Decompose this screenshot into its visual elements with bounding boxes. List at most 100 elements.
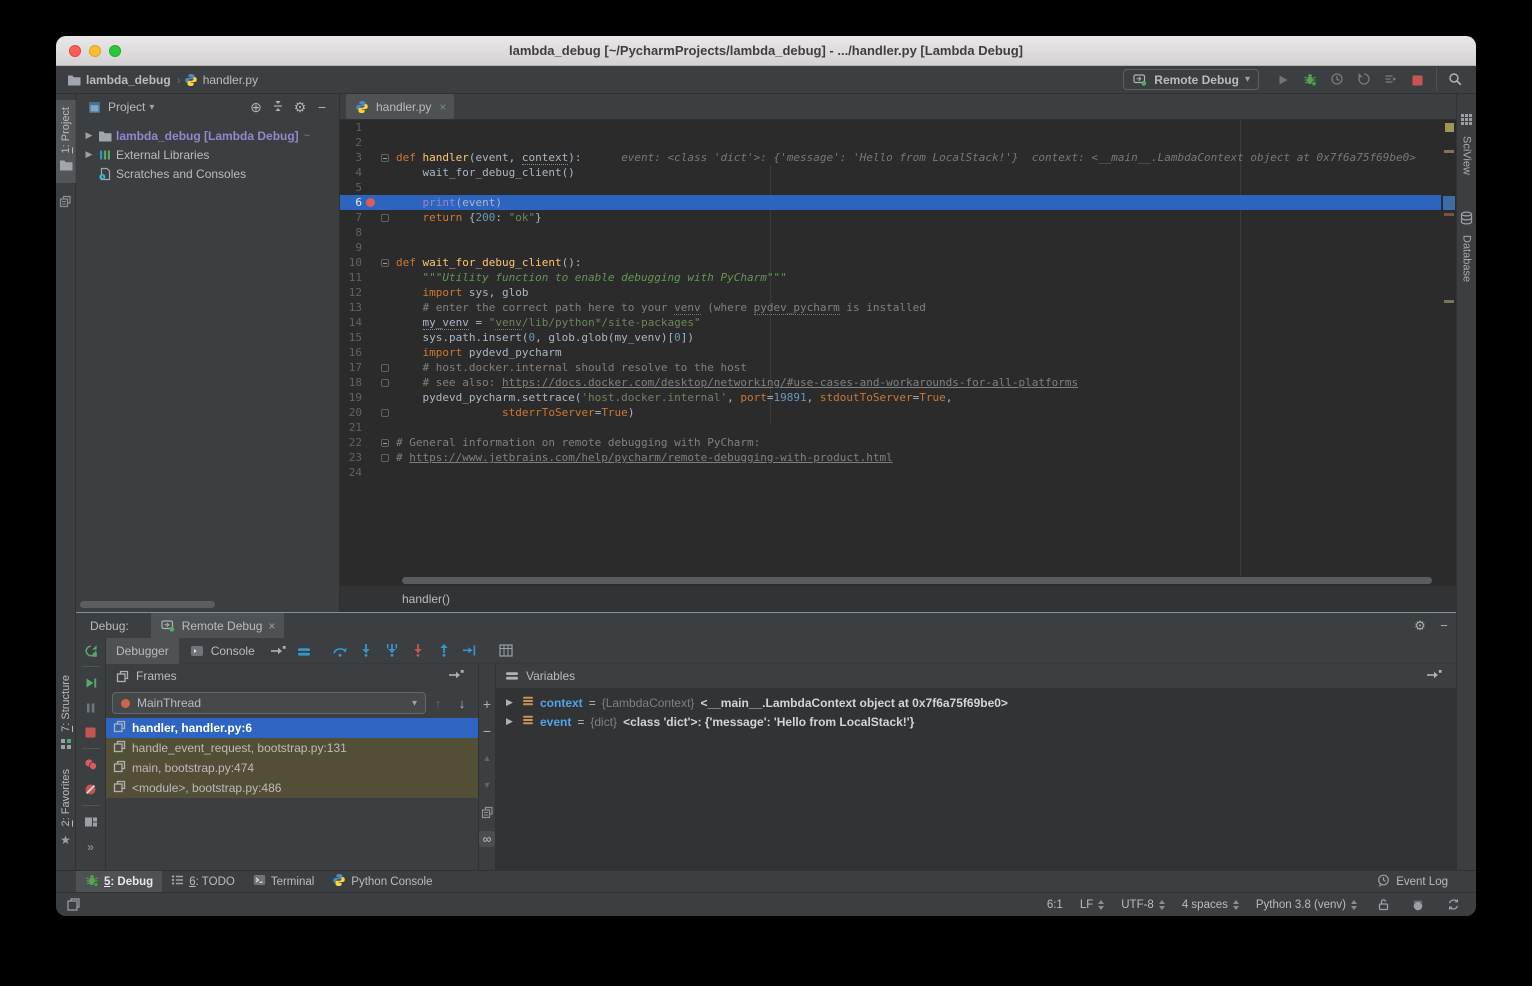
fold-marker-icon[interactable] (378, 435, 392, 450)
inspection-status-icon[interactable] (1445, 123, 1454, 132)
breakpoint-gutter[interactable] (362, 405, 378, 420)
restore-layout-button[interactable] (77, 809, 105, 834)
status-widget-python-3-8-venv-[interactable]: Python 3.8 (venv) (1256, 899, 1357, 911)
tool-stripe-sciview[interactable]: SciView (1457, 106, 1477, 182)
error-stripe-mark[interactable] (1443, 196, 1455, 210)
next-frame-button[interactable]: ↓ (450, 696, 474, 711)
move-watch-down-button[interactable]: ▼ (479, 777, 495, 793)
show-execution-point-button[interactable] (265, 639, 291, 663)
close-tab-icon[interactable]: × (439, 100, 446, 114)
more-actions-button[interactable]: » (77, 834, 105, 859)
expand-arrow-icon[interactable]: ▶ (82, 149, 96, 160)
project-tree-item[interactable]: Scratches and Consoles (76, 164, 339, 183)
tool-stripe-project[interactable]: 1: Project (56, 100, 76, 183)
breakpoint-gutter[interactable] (362, 285, 378, 300)
project-tree-item[interactable]: ▶ lambda_debug [Lambda Debug] ~ (76, 126, 339, 145)
tool-window-button-todo[interactable]: 6: TODO (162, 871, 244, 893)
project-panel-title[interactable]: Project (108, 100, 145, 114)
breakpoint-gutter[interactable] (362, 330, 378, 345)
tool-window-button-debug[interactable]: 5: Debug (76, 871, 162, 893)
show-watches-button[interactable]: ∞ (479, 831, 495, 847)
force-step-into-button[interactable] (379, 638, 405, 662)
stack-frame-item[interactable]: handler, handler.py:6 (106, 718, 478, 738)
fold-marker-icon[interactable] (378, 405, 392, 420)
variable-row[interactable]: ▶ event = {dict} <class 'dict'>: {'messa… (496, 712, 1456, 731)
tool-window-stripe-icon[interactable] (59, 195, 72, 213)
breakpoint-icon[interactable] (362, 195, 378, 210)
show-execution-point-icon[interactable] (1426, 669, 1442, 684)
stack-frame-item[interactable]: handle_event_request, bootstrap.py:131 (106, 738, 478, 758)
run-to-cursor-button[interactable] (457, 638, 483, 662)
stack-frame-item[interactable]: <module>, bootstrap.py:486 (106, 778, 478, 798)
concurrency-diagram-button[interactable] (1377, 67, 1404, 91)
gear-icon[interactable]: ⚙ (1408, 618, 1432, 634)
breakpoint-gutter[interactable] (362, 345, 378, 360)
code-editor[interactable]: 1 2 3 def handler(event, context): event… (340, 120, 1456, 576)
tool-stripe-favorites[interactable]: 2: Favorites ★ (56, 762, 76, 856)
tool-window-switcher-icon[interactable] (64, 898, 82, 911)
step-into-my-code-button[interactable] (405, 638, 431, 662)
new-watch-button[interactable]: + (479, 696, 495, 712)
editor-horizontal-scrollbar[interactable] (402, 577, 1432, 584)
tool-stripe-structure[interactable]: 7: Structure (56, 668, 76, 762)
hide-panel-button[interactable]: − (311, 96, 333, 118)
run-button[interactable] (1269, 68, 1296, 92)
fold-marker-icon[interactable] (378, 375, 392, 390)
expand-arrow-icon[interactable]: ▶ (82, 130, 96, 141)
tab-debugger[interactable]: Debugger (106, 638, 179, 664)
locate-file-button[interactable]: ⊕ (245, 97, 267, 119)
event-log-button[interactable]: Event Log (1377, 874, 1448, 890)
pause-program-button[interactable] (77, 695, 105, 720)
error-stripe-mark[interactable] (1444, 300, 1454, 303)
show-execution-point-icon[interactable] (448, 669, 464, 684)
lock-icon[interactable] (1374, 898, 1392, 911)
breakpoint-gutter[interactable] (362, 240, 378, 255)
tool-window-button-pythonconsole[interactable]: Python Console (323, 871, 441, 893)
caret-position-widget[interactable]: 6:1 (1047, 899, 1063, 911)
stop-button[interactable] (1404, 68, 1431, 92)
debug-session-tab[interactable]: Remote Debug × (151, 613, 285, 638)
breakpoint-gutter[interactable] (362, 180, 378, 195)
breadcrumb-scope[interactable]: handler() (402, 592, 450, 606)
rerun-debug-button[interactable] (77, 638, 105, 663)
hide-panel-icon[interactable]: − (1432, 618, 1456, 633)
remove-watch-button[interactable]: − (479, 723, 495, 739)
breakpoint-gutter[interactable] (362, 135, 378, 150)
breadcrumb-file[interactable]: handler.py (203, 73, 258, 87)
fold-marker-icon[interactable] (378, 210, 392, 225)
fold-marker-icon[interactable] (378, 450, 392, 465)
breakpoint-gutter[interactable] (362, 210, 378, 225)
step-into-button[interactable] (353, 638, 379, 662)
step-out-button[interactable] (431, 638, 457, 662)
status-widget-4-spaces[interactable]: 4 spaces (1182, 899, 1239, 911)
view-breakpoints-button[interactable] (77, 752, 105, 777)
breakpoint-gutter[interactable] (362, 450, 378, 465)
variable-row[interactable]: ▶ context = {LambdaContext} <__main__.La… (496, 693, 1456, 712)
breakpoint-gutter[interactable] (362, 300, 378, 315)
breakpoint-gutter[interactable] (362, 270, 378, 285)
status-widget-lf[interactable]: LF (1080, 899, 1104, 911)
breadcrumb-project[interactable]: lambda_debug (86, 73, 171, 87)
mute-breakpoints-button[interactable] (77, 777, 105, 802)
stop-debug-button[interactable] (77, 720, 105, 745)
tab-console[interactable]: Console (179, 638, 265, 664)
search-everywhere-button[interactable] (1436, 67, 1468, 91)
breakpoint-gutter[interactable] (362, 225, 378, 240)
error-stripe-mark[interactable] (1444, 213, 1454, 216)
breakpoint-gutter[interactable] (362, 375, 378, 390)
duplicate-watch-button[interactable] (479, 804, 495, 820)
editor-tab-handler[interactable]: handler.py × (346, 94, 454, 119)
breakpoint-gutter[interactable] (362, 420, 378, 435)
stack-frame-item[interactable]: main, bootstrap.py:474 (106, 758, 478, 778)
expand-arrow-icon[interactable]: ▶ (506, 697, 516, 708)
step-over-button[interactable] (327, 638, 353, 662)
fold-marker-icon[interactable] (378, 255, 392, 270)
breakpoint-gutter[interactable] (362, 360, 378, 375)
breakpoint-gutter[interactable] (362, 150, 378, 165)
inspections-profile-icon[interactable] (1409, 898, 1427, 911)
fold-marker-icon[interactable] (378, 150, 392, 165)
project-settings-button[interactable]: ⚙ (289, 97, 311, 119)
error-stripe[interactable] (1441, 120, 1456, 576)
tool-stripe-database[interactable]: Database (1457, 204, 1477, 289)
thread-selector[interactable]: MainThread ▾ (112, 692, 426, 714)
